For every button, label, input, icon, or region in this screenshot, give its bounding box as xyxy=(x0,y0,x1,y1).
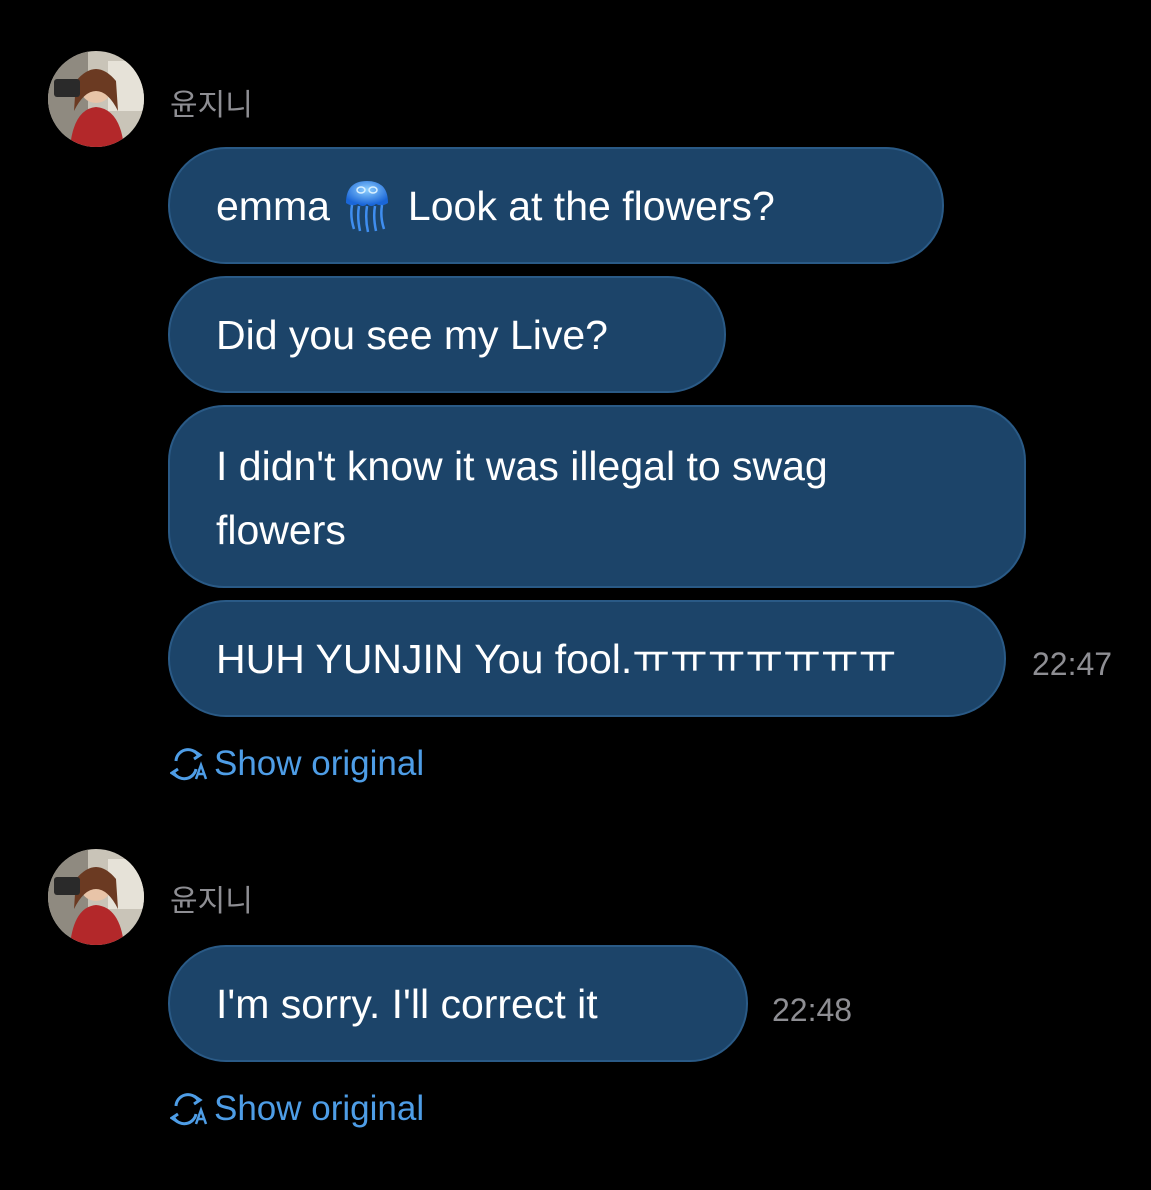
message-text-line: I didn't know it was illegal to swag xyxy=(216,443,828,489)
translate-icon xyxy=(170,747,208,781)
message-timestamp: 22:47 xyxy=(1032,646,1113,682)
message-bubble[interactable]: I'm sorry. I'll correct it xyxy=(168,945,748,1062)
jellyfish-icon xyxy=(342,179,392,233)
message-text: Did you see my Live? xyxy=(216,311,608,358)
show-original-label: Show original xyxy=(214,1089,425,1128)
message-bubble[interactable]: I didn't know it was illegal to swag flo… xyxy=(168,405,1026,588)
avatar[interactable] xyxy=(48,51,144,147)
message-bubble[interactable]: emma Look at the flowers? xyxy=(168,147,944,264)
sender-name: 윤지니 xyxy=(170,88,253,123)
avatar[interactable] xyxy=(48,849,144,945)
message-bubble[interactable]: HUH YUNJIN You fool.ㅠㅠㅠㅠㅠㅠㅠ xyxy=(168,600,1006,717)
message-bubble[interactable]: Did you see my Live? xyxy=(168,276,726,393)
message-text: HUH YUNJIN You fool.ㅠㅠㅠㅠㅠㅠㅠ xyxy=(216,635,897,682)
show-original-link[interactable]: Show original xyxy=(170,1089,424,1129)
message-timestamp: 22:48 xyxy=(772,992,853,1028)
translate-icon xyxy=(170,1092,208,1126)
message-text-line: flowers xyxy=(216,507,346,553)
message-text: emma xyxy=(216,182,330,229)
message-text: I'm sorry. I'll correct it xyxy=(216,980,598,1027)
show-original-label: Show original xyxy=(214,744,425,783)
message-text: Look at the flowers? xyxy=(407,182,775,229)
show-original-link[interactable]: Show original xyxy=(170,744,424,784)
sender-name: 윤지니 xyxy=(170,884,253,919)
